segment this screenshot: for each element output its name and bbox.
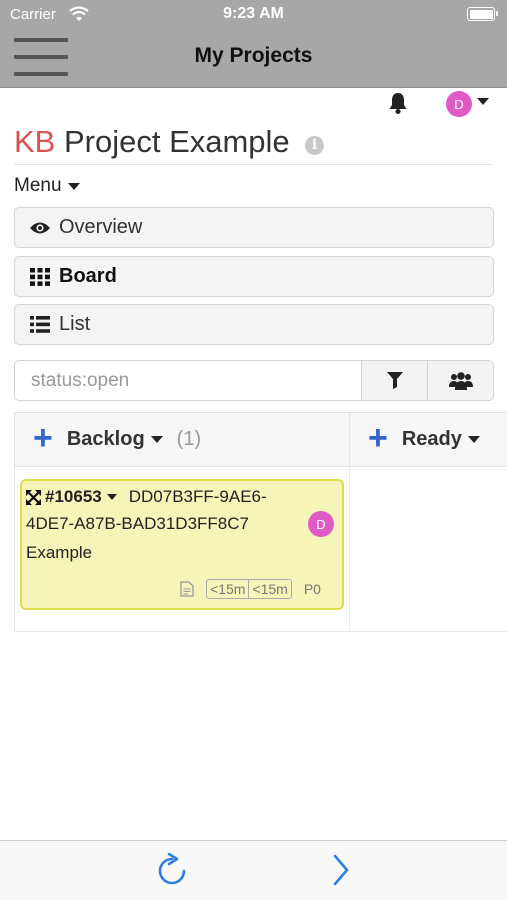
status-bar: Carrier 9:23 AM xyxy=(0,0,507,30)
task-priority: P0 xyxy=(303,581,321,597)
notification-bell-icon[interactable] xyxy=(386,91,410,115)
task-id[interactable]: #10653 xyxy=(45,487,102,507)
menu-item-overview[interactable]: Overview xyxy=(14,207,494,248)
column-header-backlog: + Backlog (1) xyxy=(14,412,350,467)
column-name: Backlog xyxy=(66,428,145,450)
column-menu-toggle[interactable]: Ready xyxy=(402,428,480,451)
column-task-count: (1) xyxy=(176,428,202,450)
menu-item-label: List xyxy=(59,313,91,335)
menu-toggle-label: Menu xyxy=(14,175,62,196)
navigation-bar: Carrier 9:23 AM My Projects xyxy=(0,0,507,88)
project-title: KB Project Example xyxy=(14,124,290,160)
time-tracking: <15m <15m xyxy=(206,579,292,599)
task-card[interactable]: #10653 DD07B3FF-9AE6- 4DE7-A87B-BAD31D3F… xyxy=(20,479,344,610)
bottom-toolbar xyxy=(0,840,507,900)
column-name: Ready xyxy=(401,428,462,450)
chevron-down-icon xyxy=(477,98,489,105)
refresh-icon[interactable] xyxy=(156,853,188,887)
time-spent: <15m xyxy=(248,580,290,598)
chevron-down-icon[interactable] xyxy=(106,494,117,500)
project-prefix: KB xyxy=(14,124,56,159)
column-header-ready: + Ready xyxy=(349,412,507,467)
menu-item-label: Board xyxy=(59,265,117,287)
search-input[interactable] xyxy=(14,360,362,401)
menu-item-board[interactable]: Board xyxy=(14,256,494,297)
info-icon[interactable]: i xyxy=(305,136,324,155)
battery-icon xyxy=(467,7,498,21)
description-icon[interactable] xyxy=(180,581,194,597)
assignee-avatar: D xyxy=(308,511,334,537)
menu-item-list[interactable]: List xyxy=(14,304,494,345)
kanban-board: + Backlog (1) + Ready #10653 DD07B3FF-9A… xyxy=(14,412,507,632)
grid-icon xyxy=(29,267,51,287)
task-title: Example xyxy=(26,543,93,562)
add-task-button[interactable]: + xyxy=(368,421,388,455)
menu-item-label: Overview xyxy=(59,216,143,238)
column-menu-toggle[interactable]: Backlog xyxy=(67,428,163,451)
users-filter-button[interactable] xyxy=(427,360,494,401)
forward-icon[interactable] xyxy=(330,853,352,887)
divider xyxy=(14,164,493,165)
filter-icon xyxy=(386,372,403,389)
user-menu[interactable]: D xyxy=(446,91,494,119)
task-reference-continued: 4DE7-A87B-BAD31D3FF8C7 xyxy=(26,514,249,533)
eye-icon xyxy=(29,218,51,238)
user-avatar[interactable]: D xyxy=(446,91,472,117)
chevron-down-icon xyxy=(467,436,480,443)
chevron-down-icon xyxy=(150,436,163,443)
nav-title: My Projects xyxy=(194,44,313,67)
users-icon xyxy=(448,371,473,390)
clock: 9:23 AM xyxy=(223,5,284,22)
task-footer: <15m <15m P0 xyxy=(180,579,321,599)
time-estimated: <15m xyxy=(210,581,246,597)
add-task-button[interactable]: + xyxy=(33,421,53,455)
chevron-down-icon xyxy=(67,182,80,190)
expand-arrows-icon[interactable] xyxy=(26,489,41,505)
project-name: Project Example xyxy=(55,124,290,159)
column-body-ready xyxy=(349,466,507,632)
task-reference: DD07B3FF-9AE6- xyxy=(128,487,267,506)
task-header: #10653 DD07B3FF-9AE6- xyxy=(26,487,267,507)
menu-dropdown-toggle[interactable]: Menu xyxy=(14,175,80,197)
list-icon xyxy=(29,315,51,335)
filter-button[interactable] xyxy=(361,360,428,401)
